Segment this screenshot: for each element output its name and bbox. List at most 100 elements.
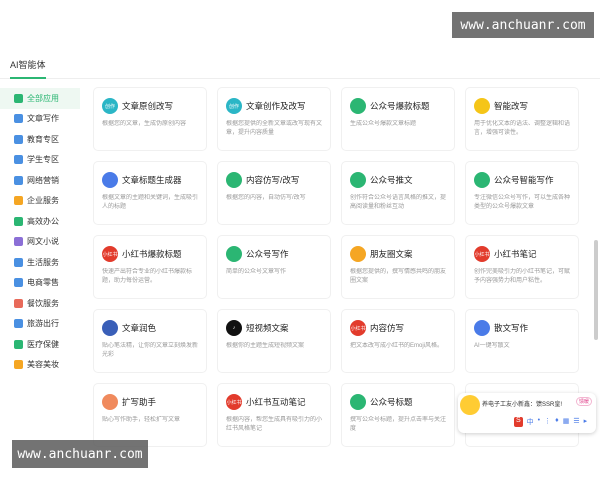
- popup-tag[interactable]: 馈暖: [576, 397, 593, 406]
- agent-title: 公众号标题: [370, 397, 413, 407]
- sidebar-item[interactable]: 餐饮服务: [0, 293, 80, 314]
- tab-ai-agents[interactable]: AI智能体: [10, 58, 46, 79]
- sidebar-item-label: 网络营销: [27, 175, 59, 185]
- agent-description: AI一键写散文: [474, 343, 510, 349]
- agent-card[interactable]: ♪ 短视频文案 根据你的主题生成短视频文案: [218, 310, 330, 372]
- sidebar-item[interactable]: 网文小说: [0, 232, 80, 253]
- sidebar-item[interactable]: 学生专区: [0, 150, 80, 171]
- sidebar-item[interactable]: 文章写作: [0, 109, 80, 130]
- agent-card[interactable]: 扩写助手贴心写作助手，轻松扩写文章: [94, 384, 206, 446]
- popup-message: 养电子工友小新鑫：馈SSR皇!: [482, 402, 563, 408]
- sidebar-item[interactable]: 全部应用: [0, 88, 80, 109]
- category-icon: [14, 134, 23, 144]
- agent-description: 根据您的文章，生成伪原创内容: [102, 121, 187, 127]
- category-icon: [14, 93, 23, 103]
- agent-icon: [350, 394, 366, 410]
- sidebar-item[interactable]: 生活服务: [0, 252, 80, 273]
- agent-card[interactable]: 小红书 小红书爆款标题 快速产出符合专业的小红书爆款标题，助力每份运营。: [94, 236, 206, 298]
- agent-icon: 创作: [102, 98, 118, 114]
- ime-toolbar: S 中 • ⋮ ♦ ▦ ☰ ▸: [514, 417, 587, 427]
- agent-title: 文章创作及改写: [246, 101, 306, 111]
- category-icon: [14, 278, 23, 288]
- agent-icon: 小红书: [226, 394, 242, 410]
- agent-icon: 小红书: [474, 246, 490, 262]
- agent-card[interactable]: 创作 文章创作及改写 根据您提供的全新文章或改写现有文章，提升内容质量: [218, 88, 330, 150]
- agent-card[interactable]: 公众号爆款标题 生成公众号爆款文章标题: [342, 88, 454, 150]
- agent-card[interactable]: 智能改写 用于优化文本的语法、调整逻辑和语言，增强可读性。: [466, 88, 578, 150]
- agent-title: 小红书互动笔记: [246, 397, 306, 407]
- sidebar-item[interactable]: 企业服务: [0, 191, 80, 212]
- sidebar-item[interactable]: 旅游出行: [0, 314, 80, 335]
- agent-card[interactable]: 散文写作 AI一键写散文: [466, 310, 578, 372]
- ime-toolbar-icon[interactable]: •: [538, 417, 540, 427]
- sidebar-item[interactable]: 教育专区: [0, 129, 80, 150]
- agent-description: 创作完美吸引力的小红书笔记，可赋予内容强势力和用户粘性。: [474, 269, 571, 284]
- agent-title: 小红书爆款标题: [122, 249, 182, 259]
- agent-card[interactable]: 朋友圈文案 根据您提供的，撰写情感共鸣的朋友圈文案: [342, 236, 454, 298]
- ime-toolbar-icon[interactable]: ☰: [573, 417, 579, 427]
- agent-title: 智能改写: [494, 101, 529, 111]
- agent-card[interactable]: 文章标题生成器 根据文章的主题和关键词，生成吸引人的标题: [94, 162, 206, 224]
- agent-description: 贴心写作助手，轻松扩写文章: [102, 417, 181, 423]
- agent-card[interactable]: 公众号写作 简单的公众号文章写作: [218, 236, 330, 298]
- sidebar-item-label: 文章写作: [27, 114, 59, 124]
- sidebar-item[interactable]: 电商零售: [0, 273, 80, 294]
- sidebar-item-label: 高效办公: [27, 216, 59, 226]
- category-icon: [14, 360, 23, 370]
- agent-title: 内容仿写/改写: [246, 175, 300, 185]
- agent-title: 公众号爆款标题: [370, 101, 430, 111]
- agent-card[interactable]: 小红书 小红书互动笔记根据内容，帮您生成具有吸引力的小红书风格笔记: [218, 384, 330, 446]
- sidebar-item-label: 网文小说: [27, 237, 59, 247]
- ime-toolbar-icon[interactable]: ▦: [563, 417, 570, 427]
- ime-toolbar-icon[interactable]: ⋮: [544, 417, 551, 427]
- agent-icon: [102, 394, 118, 410]
- ime-toolbar-icon[interactable]: ▸: [584, 417, 588, 427]
- agent-icon: 小红书: [102, 246, 118, 262]
- category-icon: [14, 155, 23, 165]
- watermark-bottom: www.anchuanr.com: [12, 440, 148, 468]
- agent-card[interactable]: 小红书 内容仿写 把文本改写成小红书的Emoji风格。: [342, 310, 454, 372]
- scrollbar-thumb[interactable]: [594, 240, 598, 340]
- agent-icon: [226, 172, 242, 188]
- agent-card[interactable]: 公众号智能写作 专注微信公众号写作，可以生成各种类型的公众号爆款文章: [466, 162, 578, 224]
- agent-title: 公众号写作: [246, 249, 289, 259]
- sidebar-item-label: 学生专区: [27, 155, 59, 165]
- agent-icon: [474, 172, 490, 188]
- agent-icon: 创作: [226, 98, 242, 114]
- agent-card[interactable]: 内容仿写/改写根据您的内容，自动仿写/改写: [218, 162, 330, 224]
- agent-description: 创作符合公众号语言风格的推文，提高阅读量和粉丝互动: [350, 195, 447, 210]
- agent-icon: [102, 172, 118, 188]
- category-icon: [14, 298, 23, 308]
- ime-toolbar-icon[interactable]: ♦: [555, 417, 559, 427]
- category-icon: [14, 216, 23, 226]
- agent-icon: [102, 320, 118, 336]
- agent-description: 根据您的内容，自动仿写/改写: [226, 195, 306, 201]
- agent-title: 扩写助手: [122, 397, 157, 407]
- agent-description: 撰写公众号标题，提升点击率与关注度: [350, 417, 447, 432]
- agent-card[interactable]: 创作 文章原创改写 根据您的文章，生成伪原创内容: [94, 88, 206, 150]
- agent-title: 朋友圈文案: [370, 249, 413, 259]
- agent-description: 专注微信公众号写作，可以生成各种类型的公众号爆款文章: [474, 195, 571, 210]
- agent-card[interactable]: 文章润色 贴心笔法精，让你的文章立刻焕发新光彩: [94, 310, 206, 372]
- sidebar-item[interactable]: 医疗保健: [0, 334, 80, 355]
- agent-description: 把文本改写成小红书的Emoji风格。: [350, 343, 444, 349]
- agent-description: 根据内容，帮您生成具有吸引力的小红书风格笔记: [226, 417, 323, 432]
- agent-title: 小红书笔记: [494, 249, 537, 259]
- agent-icon: [226, 246, 242, 262]
- ime-toolbar-icon[interactable]: 中: [527, 417, 534, 427]
- sidebar-item[interactable]: 网络营销: [0, 170, 80, 191]
- category-icon: [14, 339, 23, 349]
- agent-title: 文章标题生成器: [122, 175, 182, 185]
- sidebar-item-label: 企业服务: [27, 196, 59, 206]
- sidebar-item[interactable]: 高效办公: [0, 211, 80, 232]
- agent-icon: [474, 98, 490, 114]
- watermark-top: www.anchuanr.com: [452, 12, 594, 38]
- sidebar-item[interactable]: 美容美妆: [0, 355, 80, 376]
- ime-toolbar-icon[interactable]: S: [514, 417, 523, 427]
- agent-card[interactable]: 公众号标题撰写公众号标题，提升点击率与关注度: [342, 384, 454, 446]
- category-icon: [14, 175, 23, 185]
- sidebar-item-label: 旅游出行: [27, 319, 59, 329]
- agent-card[interactable]: 小红书 小红书笔记创作完美吸引力的小红书笔记，可赋予内容强势力和用户粘性。: [466, 236, 578, 298]
- agent-card[interactable]: 公众号推文 创作符合公众号语言风格的推文，提高阅读量和粉丝互动: [342, 162, 454, 224]
- agent-description: 根据你的主题生成短视频文案: [226, 343, 305, 349]
